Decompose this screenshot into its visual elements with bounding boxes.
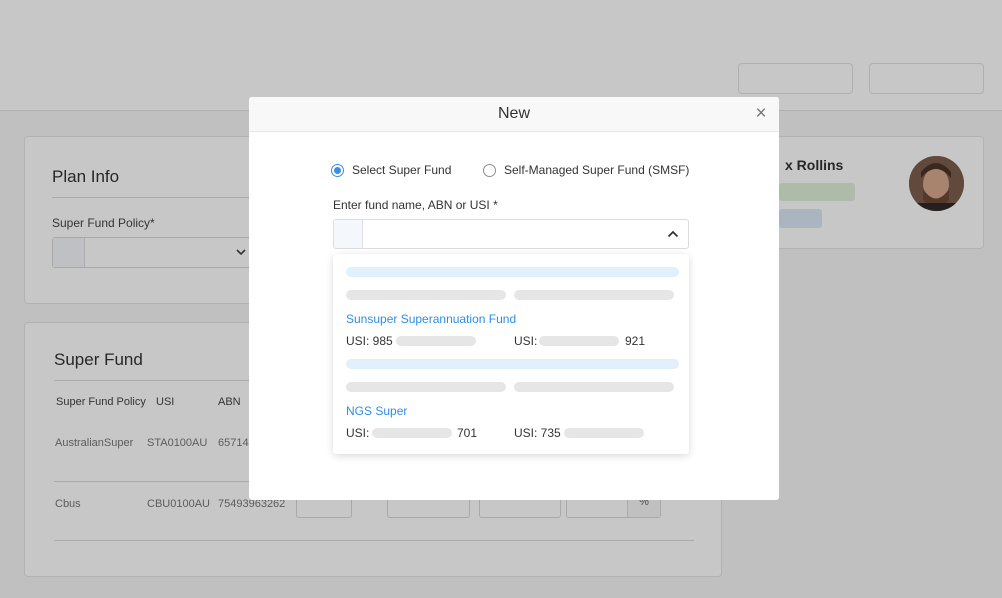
- fund-result-name[interactable]: Sunsuper Superannuation Fund: [346, 312, 516, 326]
- fund-result-usi-right-prefix: USI:: [514, 334, 538, 348]
- redacted-value: [539, 336, 619, 346]
- fund-result-usi-left-prefix: USI:: [346, 426, 370, 440]
- fund-result-usi-left: USI: 985: [346, 334, 393, 348]
- loading-placeholder: [346, 290, 506, 300]
- fund-result-name[interactable]: NGS Super: [346, 404, 407, 418]
- chevron-up-icon[interactable]: [667, 229, 679, 239]
- redacted-value: [396, 336, 476, 346]
- fund-search-input[interactable]: [333, 219, 689, 249]
- smsf-label[interactable]: Self-Managed Super Fund (SMSF): [504, 163, 689, 177]
- fund-search-label: Enter fund name, ABN or USI *: [333, 198, 498, 212]
- select-super-fund-label[interactable]: Select Super Fund: [352, 163, 451, 177]
- smsf-radio[interactable]: [483, 164, 496, 177]
- fund-results-dropdown: Sunsuper Superannuation Fund USI: 985 US…: [333, 254, 689, 454]
- loading-placeholder: [514, 382, 674, 392]
- fund-result-usi-left-suffix: 701: [457, 426, 478, 440]
- loading-placeholder: [346, 382, 506, 392]
- select-super-fund-radio[interactable]: [331, 164, 344, 177]
- fund-result-usi-right-suffix: 921: [625, 334, 646, 348]
- loading-placeholder: [346, 267, 679, 277]
- close-icon[interactable]: ×: [752, 104, 770, 123]
- redacted-value: [372, 428, 452, 438]
- modal-title: New: [497, 105, 530, 122]
- loading-placeholder: [346, 359, 679, 369]
- redacted-value: [564, 428, 644, 438]
- fund-result-usi-right: USI: 735: [514, 426, 561, 440]
- search-addon: [334, 220, 363, 248]
- loading-placeholder: [514, 290, 674, 300]
- modal-header: New ×: [249, 97, 779, 132]
